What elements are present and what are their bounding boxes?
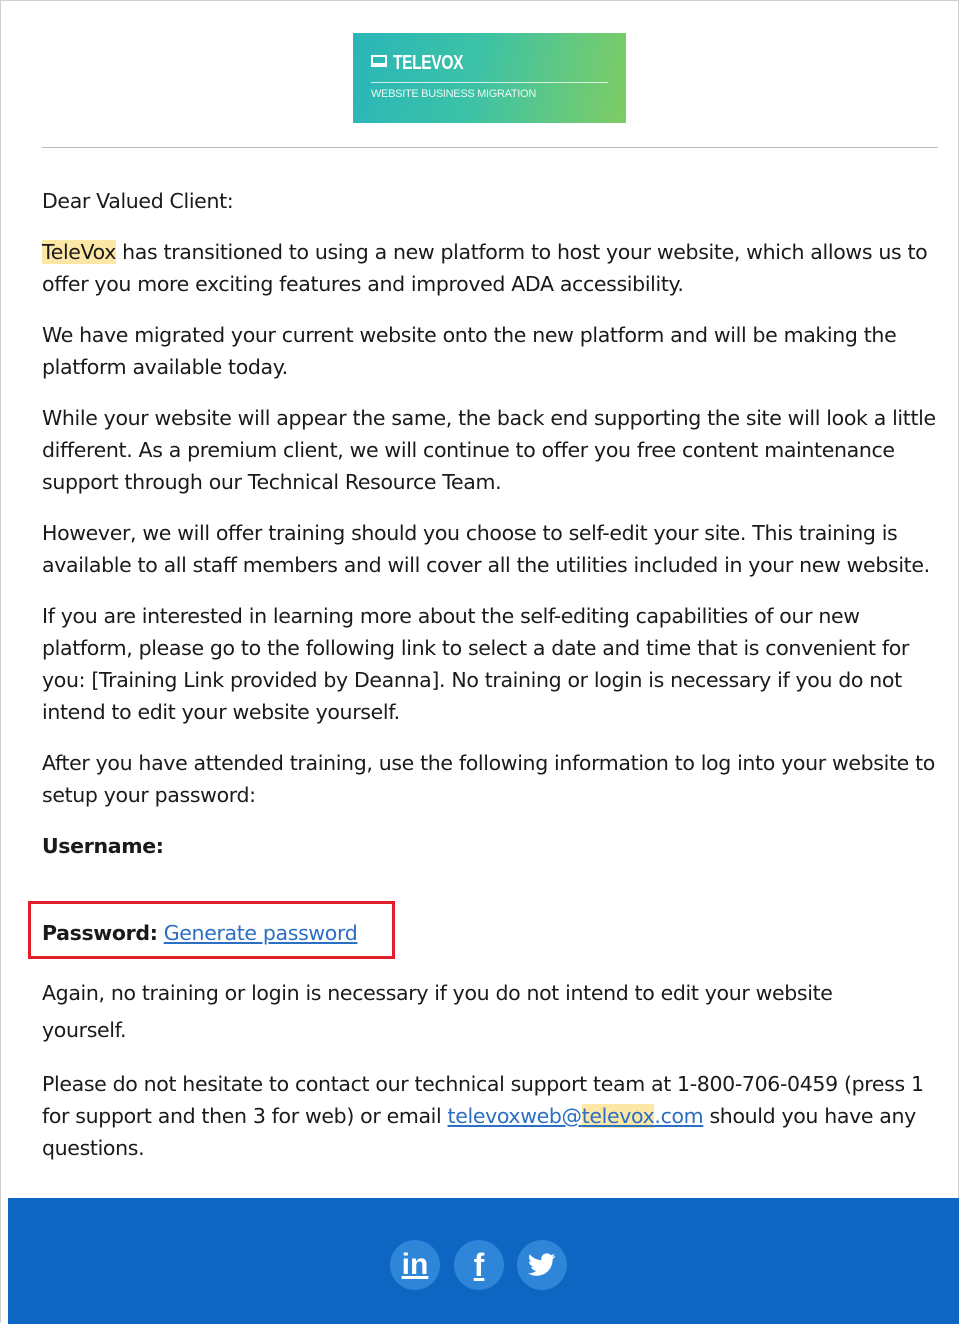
paragraph-5: If you are interested in learning more a… <box>42 604 909 724</box>
email-content: Dear Valued Client: TeleVox has transiti… <box>42 185 942 881</box>
facebook-icon[interactable]: f <box>454 1240 504 1290</box>
paragraph-6: After you have attended training, use th… <box>42 751 935 807</box>
linkedin-icon[interactable]: in <box>390 1240 440 1290</box>
email-body: TELEVOX WEBSITE BUSINESS MIGRATION Dear … <box>0 0 959 1323</box>
logo-divider <box>371 82 608 83</box>
paragraph-1-text: has transitioned to using a new platform… <box>42 240 928 296</box>
paragraph-3: While your website will appear the same,… <box>42 406 936 494</box>
logo-subtitle: WEBSITE BUSINESS MIGRATION <box>371 88 536 100</box>
brand-highlight: TeleVox <box>42 240 116 264</box>
header-divider <box>42 147 938 148</box>
paragraph-4: However, we will offer training should y… <box>42 521 930 577</box>
username-label: Username: <box>42 834 164 858</box>
paragraph-2: We have migrated your current website on… <box>42 323 897 379</box>
generate-password-link[interactable]: Generate password <box>164 921 358 945</box>
greeting: Dear Valued Client: <box>42 189 234 213</box>
email-part-domain: televox <box>581 1104 655 1128</box>
twitter-bird-icon <box>528 1253 556 1276</box>
twitter-icon[interactable] <box>517 1240 567 1290</box>
password-row: Password: Generate password <box>42 917 358 949</box>
email-part-user: televoxweb@ <box>447 1104 583 1128</box>
email-part-tld: .com <box>654 1104 704 1128</box>
monitor-icon <box>371 55 387 67</box>
support-email-link[interactable]: televoxweb@televox.com <box>448 1104 704 1128</box>
logo-title: TELEVOX <box>393 52 464 74</box>
paragraph-1: TeleVox has transitioned to using a new … <box>42 236 942 300</box>
again-paragraph: Again, no training or login is necessary… <box>42 981 833 1042</box>
password-label: Password: <box>42 921 158 945</box>
contact-paragraph: Please do not hesitate to contact our te… <box>42 1068 942 1164</box>
televox-logo: TELEVOX WEBSITE BUSINESS MIGRATION <box>353 33 626 123</box>
